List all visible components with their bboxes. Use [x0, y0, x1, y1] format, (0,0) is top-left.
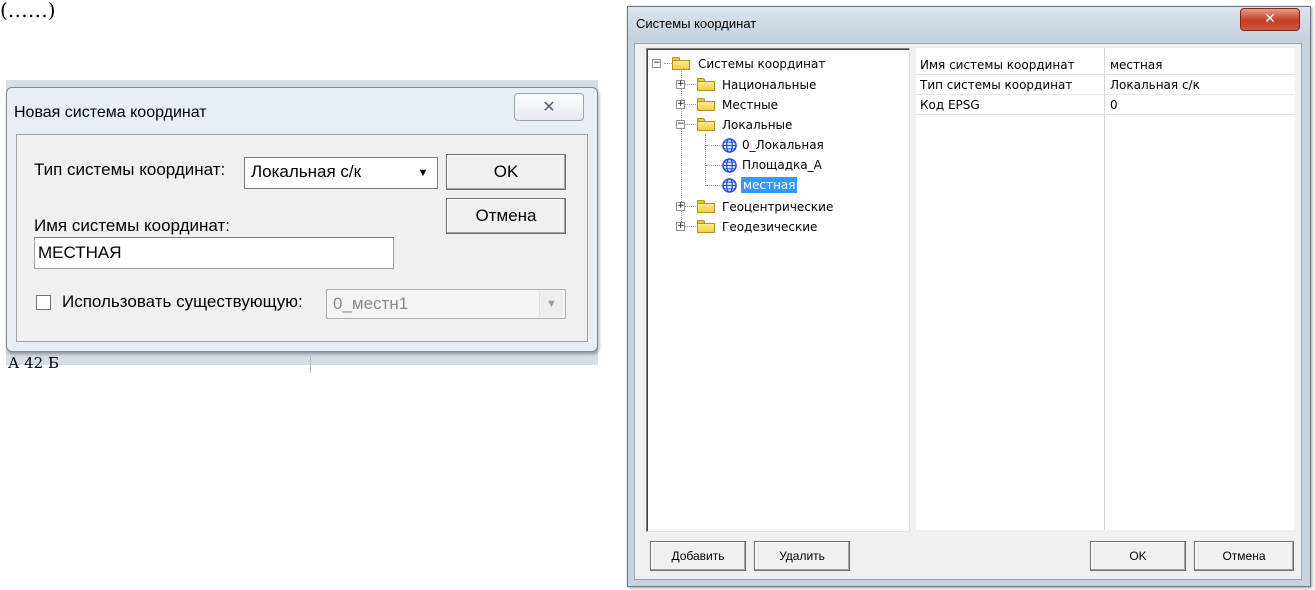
cancel-button[interactable]: Отмена [1194, 541, 1294, 571]
tree-item-root[interactable]: Системы координат [698, 56, 825, 72]
collapse-toggle[interactable]: − [652, 59, 661, 68]
document-text-fragment: (……) [0, 0, 56, 22]
property-value[interactable]: Локальная с/к [1110, 75, 1200, 95]
expand-toggle[interactable]: + [676, 222, 685, 231]
type-select-value: Локальная с/к [251, 162, 362, 181]
expand-toggle[interactable]: + [676, 100, 685, 109]
tree-item-geocentric[interactable]: Геоцентрические [722, 199, 833, 215]
background-text: А 42 Б [8, 354, 60, 372]
collapse-toggle[interactable]: − [676, 120, 685, 129]
table-row[interactable]: Имя системы координат местная [916, 55, 1295, 75]
chevron-down-icon: ▼ [539, 292, 563, 316]
tree-item-local-places[interactable]: Местные [722, 97, 778, 113]
folder-icon [697, 98, 715, 111]
folder-icon [697, 78, 715, 91]
existing-select[interactable]: 0_местн1 ▼ [326, 289, 566, 319]
folder-icon [697, 220, 715, 233]
table-row[interactable]: Код EPSG 0 [916, 95, 1295, 115]
tree-item-national[interactable]: Национальные [722, 77, 816, 93]
globe-icon [722, 138, 737, 153]
grid-column-divider [1104, 48, 1105, 530]
tree-item-geodetic[interactable]: Геодезические [722, 219, 817, 235]
name-input[interactable]: МЕСТНАЯ [34, 237, 394, 269]
name-label: Имя системы координат: [34, 216, 231, 235]
close-button[interactable]: ✕ [1240, 8, 1300, 31]
cancel-button[interactable]: Отмена [446, 198, 566, 234]
type-select[interactable]: Локальная с/к ▼ [244, 157, 438, 189]
expand-toggle[interactable]: + [676, 80, 685, 89]
globe-icon [722, 158, 737, 173]
table-row[interactable]: Тип системы координат Локальная с/к [916, 75, 1295, 95]
use-existing-label: Использовать существующую: [62, 292, 303, 311]
property-name: Тип системы координат [920, 78, 1073, 92]
close-icon: ✕ [1264, 11, 1276, 27]
tree-connector [705, 134, 706, 186]
close-icon: ✕ [542, 97, 556, 116]
tree-connector [706, 145, 722, 146]
folder-icon [697, 200, 715, 213]
tree-item-local-1[interactable]: Площадка_А [742, 157, 822, 173]
dialog-title: Новая система координат [14, 104, 207, 121]
dialog-title: Системы координат [636, 16, 757, 31]
globe-icon [722, 178, 737, 193]
existing-select-value: 0_местн1 [333, 294, 409, 313]
ok-button[interactable]: OK [446, 154, 566, 190]
property-value[interactable]: местная [1110, 55, 1162, 75]
expand-toggle[interactable]: + [676, 202, 685, 211]
background-divider [310, 353, 311, 373]
use-existing-checkbox[interactable] [36, 295, 51, 310]
tree-item-local-0[interactable]: 0_Локальная [742, 137, 824, 153]
tree-item-locals[interactable]: Локальные [722, 117, 792, 133]
property-value[interactable]: 0 [1110, 95, 1118, 115]
background-window-fragment: А 42 Б [6, 353, 596, 373]
add-button[interactable]: Добавить [650, 541, 746, 571]
ok-button[interactable]: OK [1090, 541, 1186, 571]
property-name: Имя системы координат [920, 58, 1075, 72]
property-name: Код EPSG [920, 98, 980, 112]
tree-item-local-selected[interactable]: местная [741, 177, 798, 193]
type-label: Тип системы координат: [34, 160, 226, 179]
folder-icon [672, 57, 690, 70]
tree-connector [664, 63, 672, 64]
delete-button[interactable]: Удалить [754, 541, 850, 571]
properties-grid [916, 48, 1295, 530]
close-button[interactable]: ✕ [514, 93, 584, 121]
chevron-down-icon: ▼ [417, 167, 429, 179]
tree-connector [706, 165, 722, 166]
folder-icon [697, 118, 715, 131]
tree-connector [706, 185, 722, 186]
